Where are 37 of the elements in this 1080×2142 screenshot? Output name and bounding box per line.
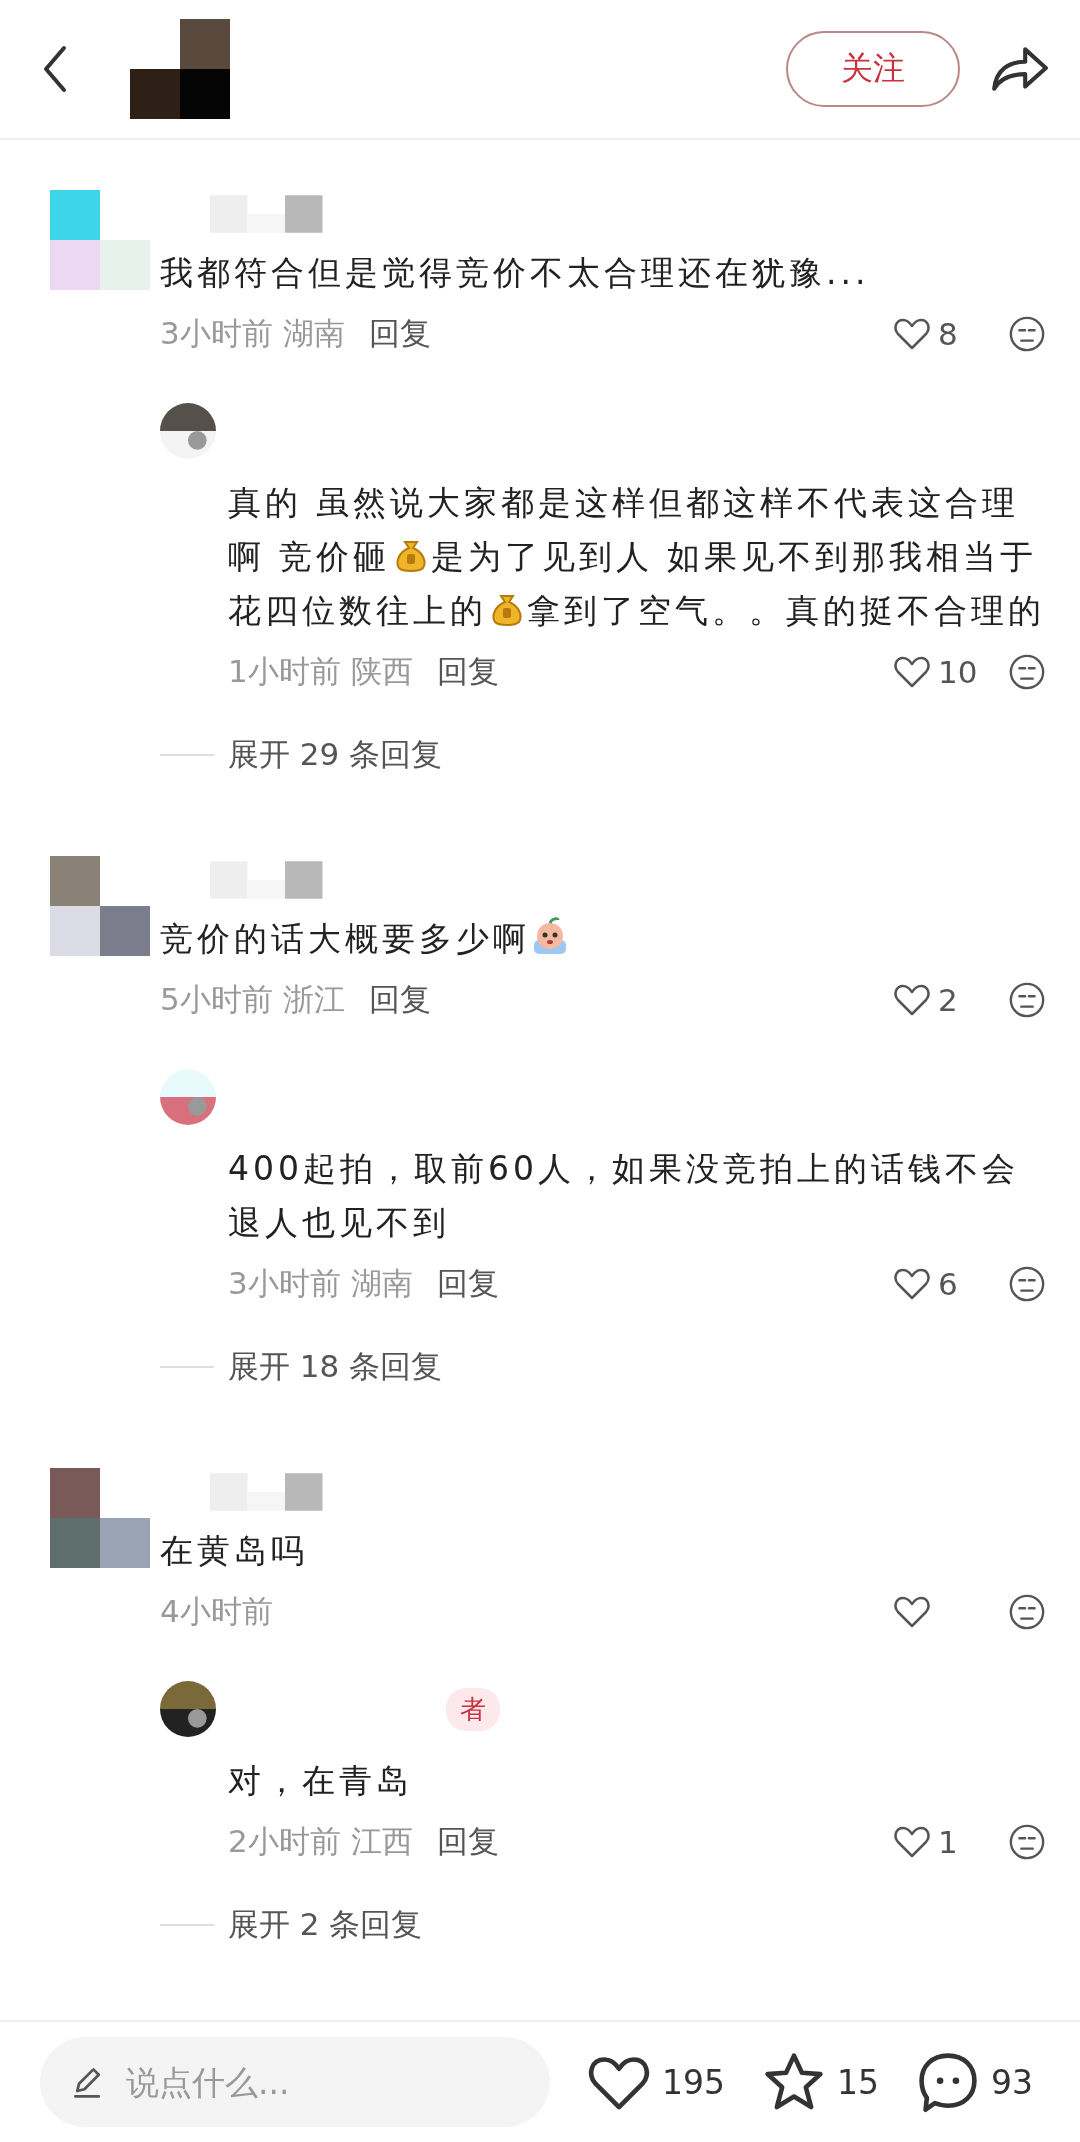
emoji-face-icon[interactable] xyxy=(1008,1265,1046,1303)
expand-replies-link[interactable]: 展开 2 条回复 xyxy=(228,1904,423,1946)
reply-link[interactable]: 回复 xyxy=(368,313,431,355)
like-count: 1 xyxy=(938,1824,959,1860)
reply-link[interactable]: 回复 xyxy=(368,979,431,1021)
reply-link[interactable]: 回复 xyxy=(436,1263,499,1305)
reply-link[interactable]: 回复 xyxy=(436,1821,499,1863)
like-count: 195 xyxy=(662,2062,725,2102)
like-count: 10 xyxy=(938,654,979,690)
comment-count: 93 xyxy=(991,2062,1033,2102)
reply-link[interactable]: 回复 xyxy=(436,651,499,693)
emoji-face-icon[interactable] xyxy=(1008,981,1046,1019)
expand-replies-link[interactable]: 展开 29 条回复 xyxy=(228,734,443,776)
emoji-face-icon[interactable] xyxy=(1008,315,1046,353)
like-count: 2 xyxy=(938,982,959,1018)
follow-button[interactable]: 关注 xyxy=(786,31,960,107)
comment-meta: 4小时前 xyxy=(160,1592,273,1631)
comment-meta: 3小时前 湖南 xyxy=(160,314,345,353)
emoji-face-icon[interactable] xyxy=(1008,1593,1046,1631)
reply-meta: 2小时前 江西 xyxy=(228,1822,413,1861)
favorite-count: 15 xyxy=(837,2062,879,2102)
author-badge: 者 xyxy=(446,1687,500,1731)
reply-meta: 3小时前 湖南 xyxy=(228,1264,413,1303)
comment-text: 在黄岛吗 xyxy=(160,1530,309,1572)
emoji-face-icon[interactable] xyxy=(1008,653,1046,691)
reply-meta: 1小时前 陕西 xyxy=(228,652,413,691)
comment-text: 我都符合但是觉得竞价不太合理还在犹豫... xyxy=(160,252,871,294)
like-count: 6 xyxy=(938,1266,959,1302)
like-count: 8 xyxy=(938,316,959,352)
expand-replies-link[interactable]: 展开 18 条回复 xyxy=(228,1346,443,1388)
reply-text: 对，在青岛 xyxy=(228,1760,414,1802)
reply-text: 真的 虽然说大家都是这样但都这样不代表这合理啊 竞价砸 是为了见到人 如果见不到那我相当于花四位数往上的 拿到了空气。。真的挺不合理的 xyxy=(228,482,1046,632)
reply-text: 400起拍，取前60人，如果没竞拍上的话钱不会退人也见不到 xyxy=(228,1148,1020,1244)
comment-text: 竞价的话大概要多少啊 xyxy=(160,912,1046,966)
emoji-face-icon[interactable] xyxy=(1008,1823,1046,1861)
comment-meta: 5小时前 浙江 xyxy=(160,980,345,1019)
comment-input[interactable]: 说点什么... xyxy=(40,2037,550,2127)
